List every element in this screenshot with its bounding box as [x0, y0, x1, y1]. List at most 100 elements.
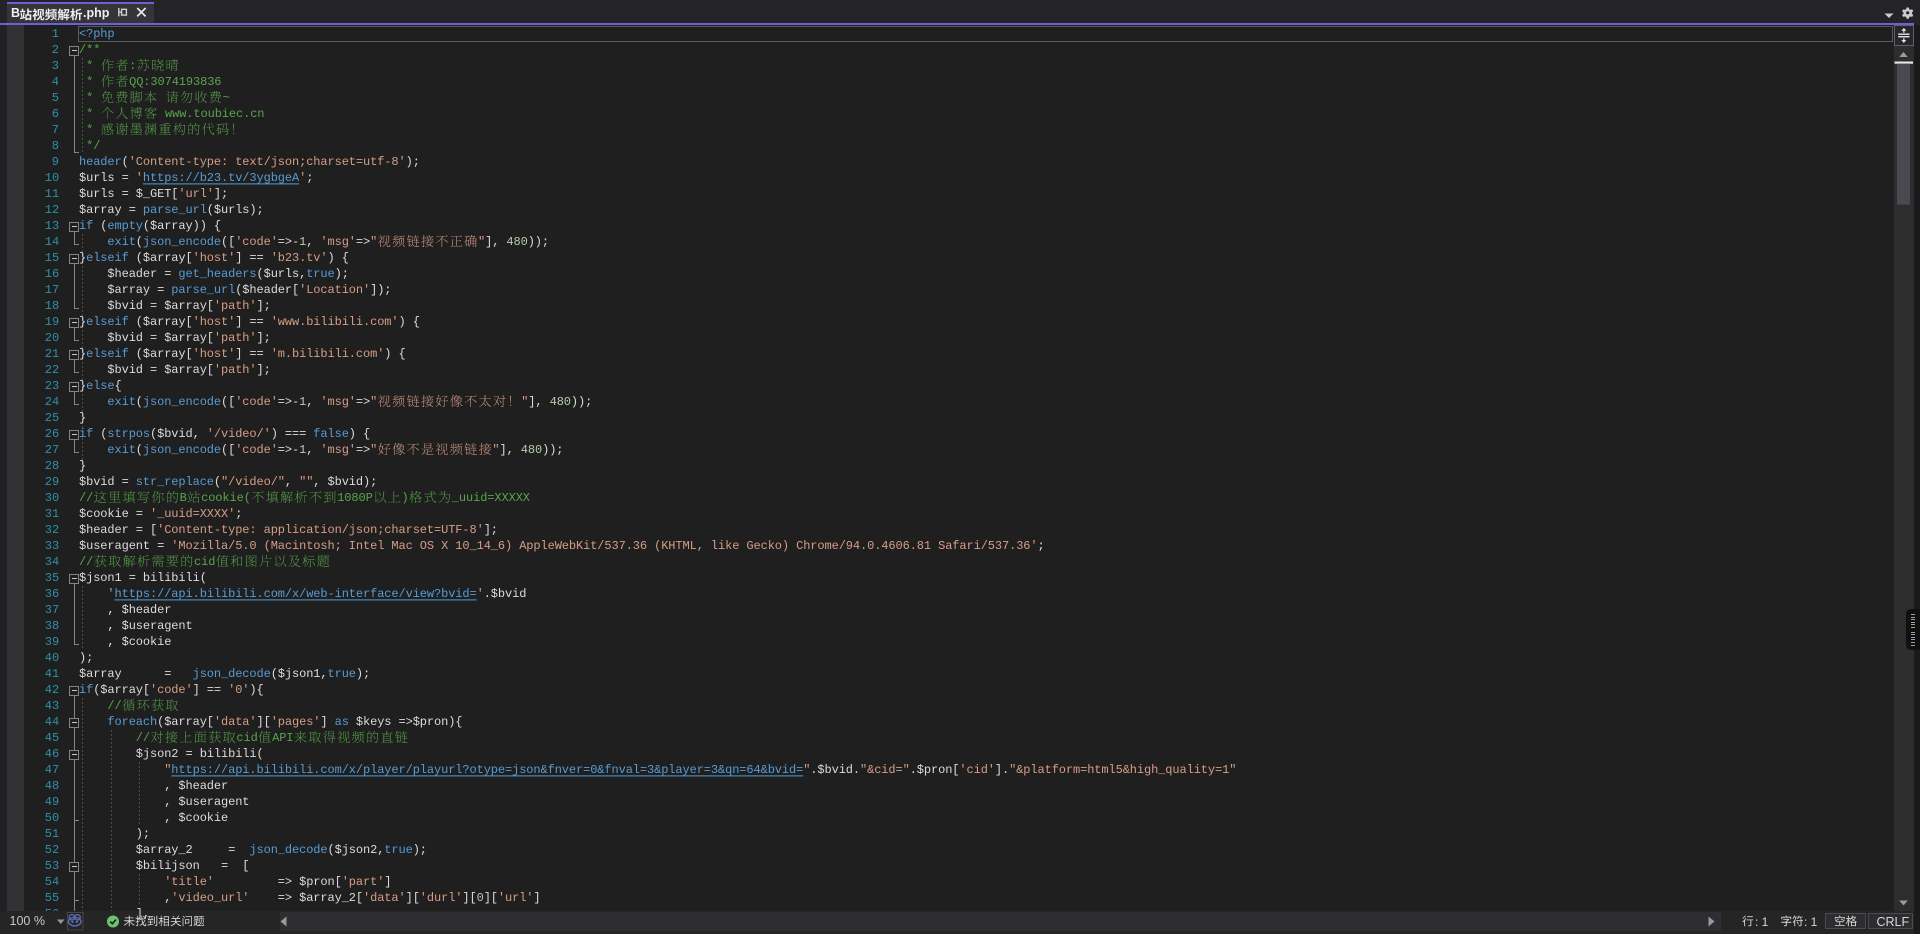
- svg-text:if: if: [79, 219, 93, 233]
- svg-text:'part': 'part': [342, 875, 385, 889]
- svg-text:($array[: ($array[: [136, 315, 193, 329]
- svg-text:bilibili(: bilibili(: [143, 571, 207, 585]
- svg-text:);: );: [79, 651, 93, 665]
- svg-text:=>-: =>-: [278, 395, 299, 409]
- svg-text:exit: exit: [107, 395, 136, 409]
- svg-text:$bvid: $bvid: [79, 475, 115, 489]
- svg-text:][: ][: [462, 891, 476, 905]
- svg-text:=: =: [136, 507, 143, 521]
- svg-text:,: ,: [285, 475, 292, 489]
- svg-text:=>: =>: [356, 235, 370, 249]
- svg-text:<?php: <?php: [79, 27, 115, 41]
- svg-text:=: =: [150, 331, 157, 345]
- svg-text:($json2,: ($json2,: [328, 843, 385, 857]
- svg-text://: //: [136, 731, 150, 745]
- svg-text:'host': 'host': [193, 251, 236, 265]
- svg-text:cookie(: cookie(: [201, 491, 251, 505]
- svg-text:*/: */: [86, 139, 100, 153]
- svg-text:));: ));: [542, 443, 563, 457]
- svg-text:application/json;charset=UTF-8: application/json;charset=UTF-8': [264, 523, 484, 537]
- svg-text:'www.bilibili.com': 'www.bilibili.com': [271, 315, 399, 329]
- svg-text:API: API: [272, 731, 293, 745]
- svg-text:;: ;: [1038, 539, 1045, 553]
- svg-text:'data': 'data': [214, 715, 257, 729]
- svg-text:): ): [328, 251, 335, 265]
- svg-text:,: ,: [107, 635, 114, 649]
- svg-text:);: );: [335, 267, 349, 281]
- svg-text:=>: =>: [278, 891, 292, 905]
- svg-text:][: ][: [257, 715, 271, 729]
- svg-text:json_encode: json_encode: [143, 235, 221, 249]
- svg-text:,: ,: [164, 795, 171, 809]
- svg-text:));: ));: [571, 395, 592, 409]
- svg-text:],: ],: [500, 443, 514, 457]
- svg-text:X: X: [441, 539, 448, 553]
- svg-text:get_headers: get_headers: [178, 267, 256, 281]
- svg-text:'Mozilla/5.0: 'Mozilla/5.0: [171, 539, 256, 553]
- svg-text:];: ];: [257, 331, 271, 345]
- svg-text:}: }: [79, 459, 86, 473]
- svg-text:*: *: [86, 91, 93, 105]
- svg-text:{: {: [413, 315, 420, 329]
- svg-text:true: true: [384, 843, 413, 857]
- svg-text:==: ==: [249, 347, 263, 361]
- svg-text:'host': 'host': [193, 347, 236, 361]
- svg-text:{: {: [214, 219, 221, 233]
- svg-text:$array: $array: [79, 203, 122, 217]
- svg-text:=: =: [122, 475, 129, 489]
- svg-text:.$pron[: .$pron[: [910, 763, 960, 777]
- svg-text:$array_2: $array_2: [136, 843, 193, 857]
- svg-text:'b23.tv': 'b23.tv': [271, 251, 328, 265]
- svg-text:json_encode: json_encode: [143, 395, 221, 409]
- svg-text:$json1: $json1: [79, 571, 122, 585]
- svg-text:=: =: [136, 523, 143, 537]
- svg-text:~: ~: [223, 91, 230, 105]
- svg-text:www.toubiec.cn: www.toubiec.cn: [165, 107, 265, 121]
- svg-text:): ): [349, 427, 356, 441]
- svg-text:=: =: [129, 571, 136, 585]
- svg-text:$json2: $json2: [136, 747, 179, 761]
- svg-text:Mac: Mac: [391, 539, 412, 553]
- svg-text:$array: $array: [107, 283, 150, 297]
- svg-text:,: ,: [107, 619, 114, 633]
- svg-text:($bvid,: ($bvid,: [150, 427, 200, 441]
- svg-text:str_replace: str_replace: [136, 475, 214, 489]
- svg-text:);: );: [356, 667, 370, 681]
- svg-text:]);: ]);: [370, 283, 391, 297]
- svg-text:$cookie: $cookie: [122, 635, 172, 649]
- svg-text:'cid': 'cid': [959, 763, 995, 777]
- svg-text:],: ],: [485, 235, 499, 249]
- svg-text:($array[: ($array[: [136, 251, 193, 265]
- svg-text:"/video/": "/video/": [221, 475, 285, 489]
- svg-text:strpos: strpos: [107, 427, 150, 441]
- svg-text:=: =: [157, 539, 164, 553]
- svg-text:'msg': 'msg': [320, 443, 356, 457]
- svg-text:(KHTML,: (KHTML,: [654, 539, 704, 553]
- svg-text:https://api.bilibili.com/x/web: https://api.bilibili.com/x/web-interface…: [115, 587, 477, 601]
- svg-text:'code': 'code': [235, 443, 278, 457]
- svg-text:));: ));: [528, 235, 549, 249]
- svg-text:=: =: [221, 859, 228, 873]
- svg-text:parse_url: parse_url: [143, 203, 207, 217]
- svg-text:'url': 'url': [498, 891, 534, 905]
- svg-text:][: ][: [406, 891, 420, 905]
- svg-text:"&platform=html5&high_quality=: "&platform=html5&high_quality=1": [1009, 763, 1236, 777]
- svg-text:$cookie: $cookie: [79, 507, 129, 521]
- svg-text:=: =: [150, 363, 157, 377]
- svg-text:$array[: $array[: [164, 299, 214, 313]
- svg-text:([: ([: [221, 395, 235, 409]
- svg-text:]: ]: [533, 891, 540, 905]
- svg-text:*: *: [86, 59, 93, 73]
- svg-text:=>$pron){: =>$pron){: [399, 715, 463, 729]
- svg-text:$header: $header: [178, 779, 228, 793]
- svg-text:": ": [370, 235, 377, 249]
- svg-text:Intel: Intel: [349, 539, 385, 553]
- svg-text:cid: cid: [194, 555, 215, 569]
- svg-text:"": "": [299, 475, 313, 489]
- svg-text:.$bvid.: .$bvid.: [810, 763, 860, 777]
- svg-text:$useragent: $useragent: [79, 539, 150, 553]
- svg-text:parse_url: parse_url: [171, 283, 235, 297]
- svg-text:$pron[: $pron[: [299, 875, 342, 889]
- svg-text:AppleWebKit/537.36: AppleWebKit/537.36: [519, 539, 647, 553]
- svg-text:($array[: ($array[: [93, 683, 150, 697]
